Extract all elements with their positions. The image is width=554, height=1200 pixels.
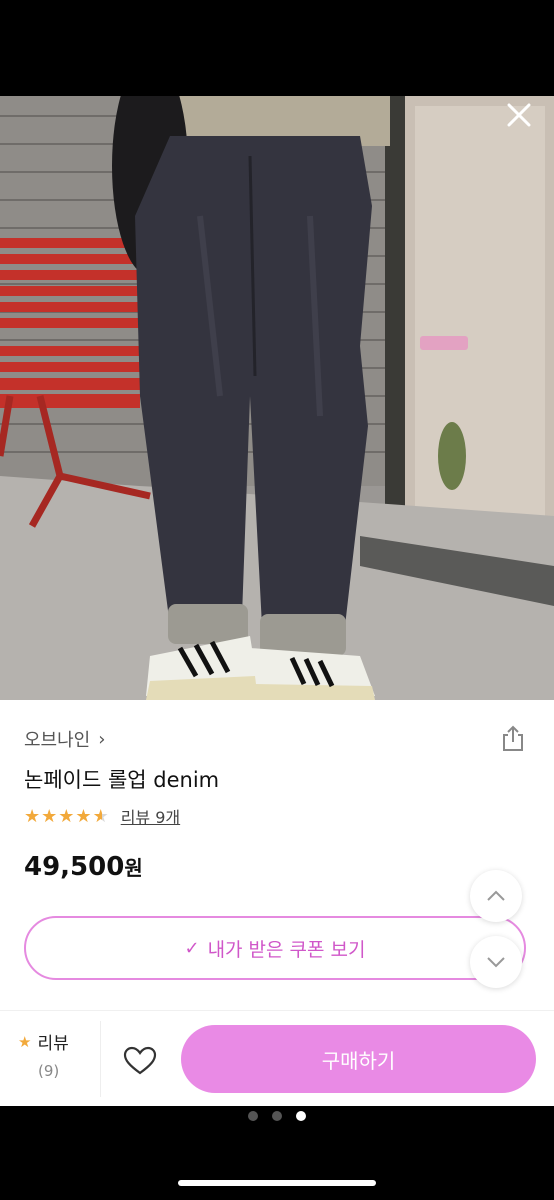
close-icon (507, 103, 531, 127)
page-dot-active[interactable] (296, 1111, 306, 1121)
review-tab-label: 리뷰 (37, 1034, 69, 1054)
review-link[interactable]: 리뷰 9개 (121, 804, 180, 828)
star-icon: ★ (24, 805, 41, 827)
status-area (0, 0, 554, 96)
price: 49,500 원 (24, 852, 143, 882)
rating-stars: ★ ★ ★ ★ ★ (24, 806, 109, 827)
price-currency: 원 (124, 856, 143, 880)
page-dot[interactable] (272, 1111, 282, 1121)
gallery-pagination (0, 1106, 554, 1126)
heart-icon (123, 1046, 157, 1075)
review-tab[interactable]: ★ 리뷰 (9) (18, 1029, 98, 1081)
chevron-down-icon (487, 957, 505, 968)
product-image (0, 96, 554, 700)
scroll-up-button[interactable] (470, 870, 522, 922)
wishlist-button[interactable] (118, 1039, 162, 1083)
product-title: 논페이드 롤업 denim (24, 768, 220, 792)
brand-name: 오브나인 (24, 730, 91, 751)
star-half-icon: ★ (92, 805, 109, 827)
divider (100, 1021, 101, 1097)
view-coupons-button[interactable]: ✓ 내가 받은 쿠폰 보기 (24, 916, 526, 980)
product-photo[interactable] (0, 96, 554, 700)
brand-link[interactable]: 오브나인 › (24, 726, 105, 752)
check-icon: ✓ (184, 937, 200, 959)
share-button[interactable] (500, 724, 526, 752)
scroll-down-button[interactable] (470, 936, 522, 988)
close-button[interactable] (504, 100, 534, 130)
product-detail-screen: 오브나인 › 논페이드 롤업 denim ★ ★ ★ ★ ★ 리뷰 9개 49,… (0, 0, 554, 1200)
star-icon: ★ (41, 805, 58, 827)
coupon-label: 내가 받은 쿠폰 보기 (207, 938, 366, 961)
page-dot[interactable] (248, 1111, 258, 1121)
share-icon (503, 725, 523, 751)
star-icon: ★ (58, 805, 75, 827)
review-count: (9) (38, 1062, 60, 1080)
chevron-right-icon: › (98, 728, 106, 750)
bottom-action-bar: ★ 리뷰 (9) 구매하기 (0, 1010, 554, 1107)
chevron-up-icon (487, 890, 505, 901)
home-indicator[interactable] (178, 1180, 376, 1186)
buy-button[interactable]: 구매하기 (181, 1025, 536, 1093)
price-value: 49,500 (24, 852, 125, 882)
star-icon: ★ (75, 805, 92, 827)
rating-row: ★ ★ ★ ★ ★ 리뷰 9개 (24, 804, 180, 828)
star-icon: ★ (18, 1032, 32, 1051)
